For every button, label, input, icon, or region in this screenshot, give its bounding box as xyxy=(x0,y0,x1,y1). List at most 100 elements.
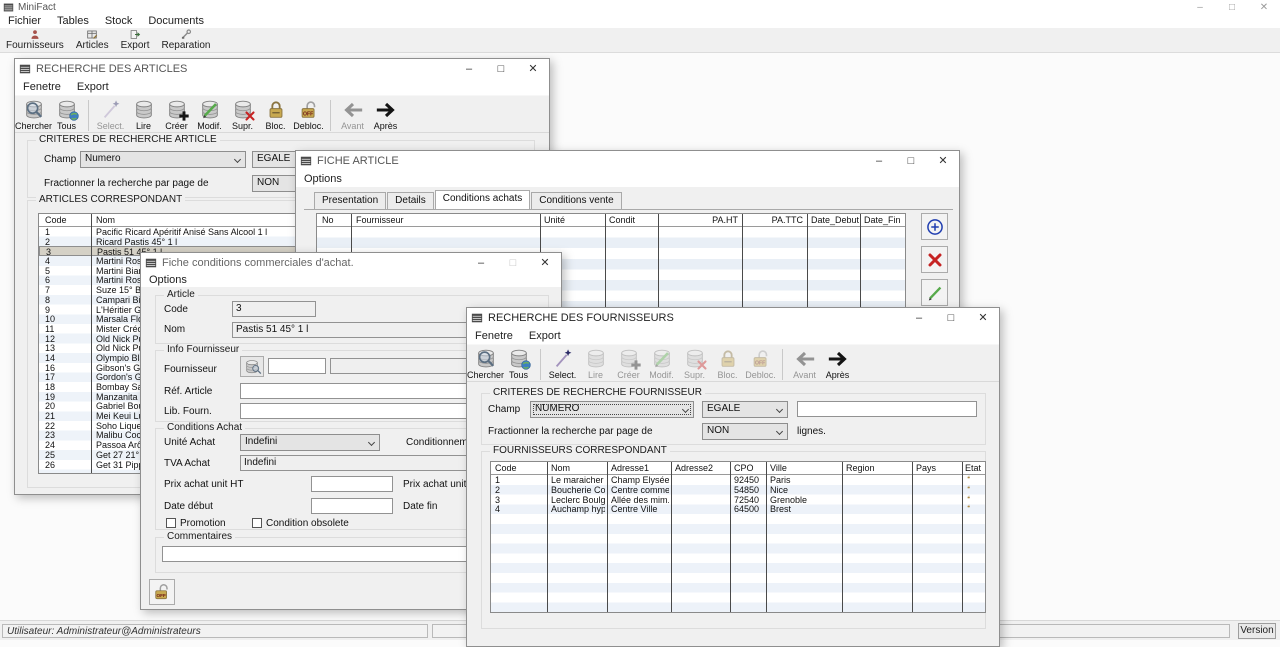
debloc-button[interactable]: Debloc. xyxy=(292,99,325,131)
fournisseurs-results-group: FOURNISSEURS CORRESPONDANT Code Nom Adre… xyxy=(481,451,986,629)
select-button[interactable]: Select. xyxy=(546,348,579,380)
table-row[interactable]: 2 Boucherie Con... Centre comme... 54850… xyxy=(491,485,985,495)
close-button[interactable]: ✕ xyxy=(517,59,549,79)
fournisseurs-table[interactable]: Code Nom Adresse1 Adresse2 CPO Ville Reg… xyxy=(490,461,986,613)
table-row[interactable]: 4 Auchamp hyp... Centre Ville 64500 Bres… xyxy=(491,504,985,514)
menu-fichier[interactable]: Fichier xyxy=(8,15,41,27)
maximize-button[interactable]: □ xyxy=(485,59,517,79)
column-divider xyxy=(912,462,913,612)
window-icon xyxy=(145,257,157,269)
toolbar-button-export[interactable]: Export xyxy=(119,29,152,51)
articles-window-titlebar[interactable]: RECHERCHE DES ARTICLES – □ ✕ xyxy=(15,59,549,79)
maximize-button[interactable]: □ xyxy=(935,308,967,328)
bloc-button[interactable]: Bloc. xyxy=(259,99,292,131)
menu-stock[interactable]: Stock xyxy=(105,15,133,27)
menu-export[interactable]: Export xyxy=(77,81,109,93)
minimize-button[interactable]: – xyxy=(863,151,895,171)
toolbar-button-reparation[interactable]: Reparation xyxy=(160,29,213,51)
creer-button[interactable]: Créer xyxy=(160,99,193,131)
unite-achat-select[interactable]: Indefini xyxy=(240,434,380,451)
select-button[interactable]: Select. xyxy=(94,99,127,131)
toolbar-button-fournisseurs[interactable]: Fournisseurs xyxy=(4,29,66,51)
cell-code: 16 xyxy=(45,363,89,373)
unlock-button[interactable] xyxy=(149,579,175,605)
cell-adresse1: Allée des mim... xyxy=(611,495,669,505)
tab-details[interactable]: Details xyxy=(387,192,434,209)
minimize-button[interactable]: – xyxy=(465,253,497,273)
close-button[interactable]: ✕ xyxy=(927,151,959,171)
fournisseurs-window-titlebar[interactable]: RECHERCHE DES FOURNISSEURS – □ ✕ xyxy=(467,308,999,328)
operator-select[interactable]: EGALE xyxy=(702,401,788,418)
fournisseur-search-button[interactable] xyxy=(240,356,264,377)
apres-button[interactable]: Après xyxy=(369,99,402,131)
search-value-input[interactable] xyxy=(797,401,977,417)
menu-fenetre[interactable]: Fenetre xyxy=(23,81,61,93)
add-row-button[interactable] xyxy=(921,213,948,240)
avant-button[interactable]: Avant xyxy=(336,99,369,131)
prix-achat-ht-field[interactable] xyxy=(311,476,393,492)
fraction-select[interactable]: NON xyxy=(702,423,788,440)
tab-conditions-vente[interactable]: Conditions vente xyxy=(531,192,622,209)
tva-achat-field[interactable]: Indefini xyxy=(240,455,468,471)
avant-button[interactable]: Avant xyxy=(788,348,821,380)
window-title: RECHERCHE DES ARTICLES xyxy=(36,63,187,75)
modif-button[interactable]: Modif. xyxy=(193,99,226,131)
menu-options[interactable]: Options xyxy=(149,274,187,286)
chercher-button[interactable]: Chercher xyxy=(17,99,50,131)
menu-fenetre[interactable]: Fenetre xyxy=(475,330,513,342)
close-button[interactable]: ✕ xyxy=(967,308,999,328)
table-row[interactable]: 3 Leclerc Boulgour Allée des mim... 7254… xyxy=(491,495,985,505)
tab-conditions-achats[interactable]: Conditions achats xyxy=(435,190,531,209)
fournisseur-code-field[interactable] xyxy=(268,358,326,374)
date-debut-field[interactable] xyxy=(311,498,393,514)
tous-button[interactable]: Tous xyxy=(502,348,535,380)
supr-button[interactable]: Supr. xyxy=(678,348,711,380)
delete-row-button[interactable] xyxy=(921,246,948,273)
toolbar-separator xyxy=(782,349,783,380)
version-button[interactable]: Version xyxy=(1238,623,1276,639)
menu-tables[interactable]: Tables xyxy=(57,15,89,27)
app-toolbar: Fournisseurs Articles Export Reparation xyxy=(0,28,1280,53)
apres-button[interactable]: Après xyxy=(821,348,854,380)
menu-export[interactable]: Export xyxy=(529,330,561,342)
champ-select[interactable]: Numero xyxy=(80,151,246,168)
cell-code: 13 xyxy=(45,343,89,353)
menu-documents[interactable]: Documents xyxy=(148,15,204,27)
table-row[interactable]: 1 Le maraicher e... Champ Elysée 92450 P… xyxy=(491,475,985,485)
minimize-button[interactable]: – xyxy=(903,308,935,328)
menu-options[interactable]: Options xyxy=(304,173,342,185)
tab-presentation[interactable]: Presentation xyxy=(314,192,386,209)
minimize-button[interactable]: – xyxy=(453,59,485,79)
edit-row-button[interactable] xyxy=(921,279,948,306)
criteria-group-label: CRITERES DE RECHERCHE FOURNISSEUR xyxy=(490,387,705,398)
tous-button[interactable]: Tous xyxy=(50,99,83,131)
condition-obsolete-checkbox[interactable] xyxy=(252,518,262,528)
champ-select[interactable]: NUMERO xyxy=(530,401,694,418)
close-button[interactable]: ✕ xyxy=(529,253,561,273)
app-restore-button[interactable]: □ xyxy=(1216,2,1248,13)
creer-button[interactable]: Créer xyxy=(612,348,645,380)
fiche-article-titlebar[interactable]: FICHE ARTICLE – □ ✕ xyxy=(296,151,959,171)
app-minimize-button[interactable]: – xyxy=(1184,2,1216,13)
bloc-button[interactable]: Bloc. xyxy=(711,348,744,380)
lire-button[interactable]: Lire xyxy=(127,99,160,131)
promotion-checkbox[interactable] xyxy=(166,518,176,528)
column-divider xyxy=(842,462,843,612)
conditions-window-titlebar[interactable]: Fiche conditions commerciales d'achat. –… xyxy=(141,253,561,272)
lock-off-icon xyxy=(967,495,976,505)
window-title: RECHERCHE DES FOURNISSEURS xyxy=(488,312,674,324)
app-close-button[interactable]: ✕ xyxy=(1248,2,1280,13)
toolbar-button-articles[interactable]: Articles xyxy=(74,29,111,51)
debloc-button[interactable]: Debloc. xyxy=(744,348,777,380)
maximize-button[interactable]: □ xyxy=(895,151,927,171)
cell-code: 10 xyxy=(45,314,89,324)
lire-button[interactable]: Lire xyxy=(579,348,612,380)
code-field[interactable]: 3 xyxy=(232,301,316,317)
chercher-button[interactable]: Chercher xyxy=(469,348,502,380)
modif-button[interactable]: Modif. xyxy=(645,348,678,380)
cell-adresse1: Champ Elysée xyxy=(611,475,669,485)
lock-off-icon xyxy=(152,582,172,602)
supr-button[interactable]: Supr. xyxy=(226,99,259,131)
export-icon xyxy=(129,29,141,40)
chevron-down-icon xyxy=(368,439,375,446)
